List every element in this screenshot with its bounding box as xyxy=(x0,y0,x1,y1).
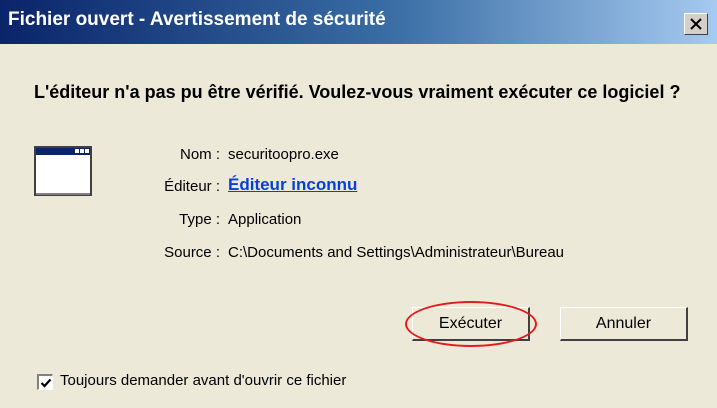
application-window-icon xyxy=(34,146,92,196)
checkmark-icon xyxy=(40,378,52,388)
title-bar[interactable]: Fichier ouvert - Avertissement de sécuri… xyxy=(0,0,717,44)
cancel-button[interactable]: Annuler xyxy=(560,307,688,341)
always-ask-checkbox[interactable] xyxy=(37,374,53,390)
always-ask-label[interactable]: Toujours demander avant d'ouvrir ce fich… xyxy=(60,372,346,389)
close-icon xyxy=(690,18,702,30)
window-title: Fichier ouvert - Avertissement de sécuri… xyxy=(8,9,386,30)
close-button[interactable] xyxy=(684,13,708,35)
warning-question: L'éditeur n'a pas pu être vérifié. Voule… xyxy=(34,82,681,102)
source-label: Source : xyxy=(164,244,220,261)
name-value: securitoopro.exe xyxy=(228,146,339,163)
publisher-link[interactable]: Éditeur inconnu xyxy=(228,175,357,195)
run-button[interactable]: Exécuter xyxy=(412,307,530,341)
type-value: Application xyxy=(228,211,302,228)
type-label: Type : xyxy=(179,211,220,228)
name-label: Nom : xyxy=(179,146,220,163)
source-value: C:\Documents and Settings\Administrateur… xyxy=(228,244,564,261)
publisher-label: Éditeur : xyxy=(164,178,220,195)
security-warning-dialog: Fichier ouvert - Avertissement de sécuri… xyxy=(0,0,717,408)
